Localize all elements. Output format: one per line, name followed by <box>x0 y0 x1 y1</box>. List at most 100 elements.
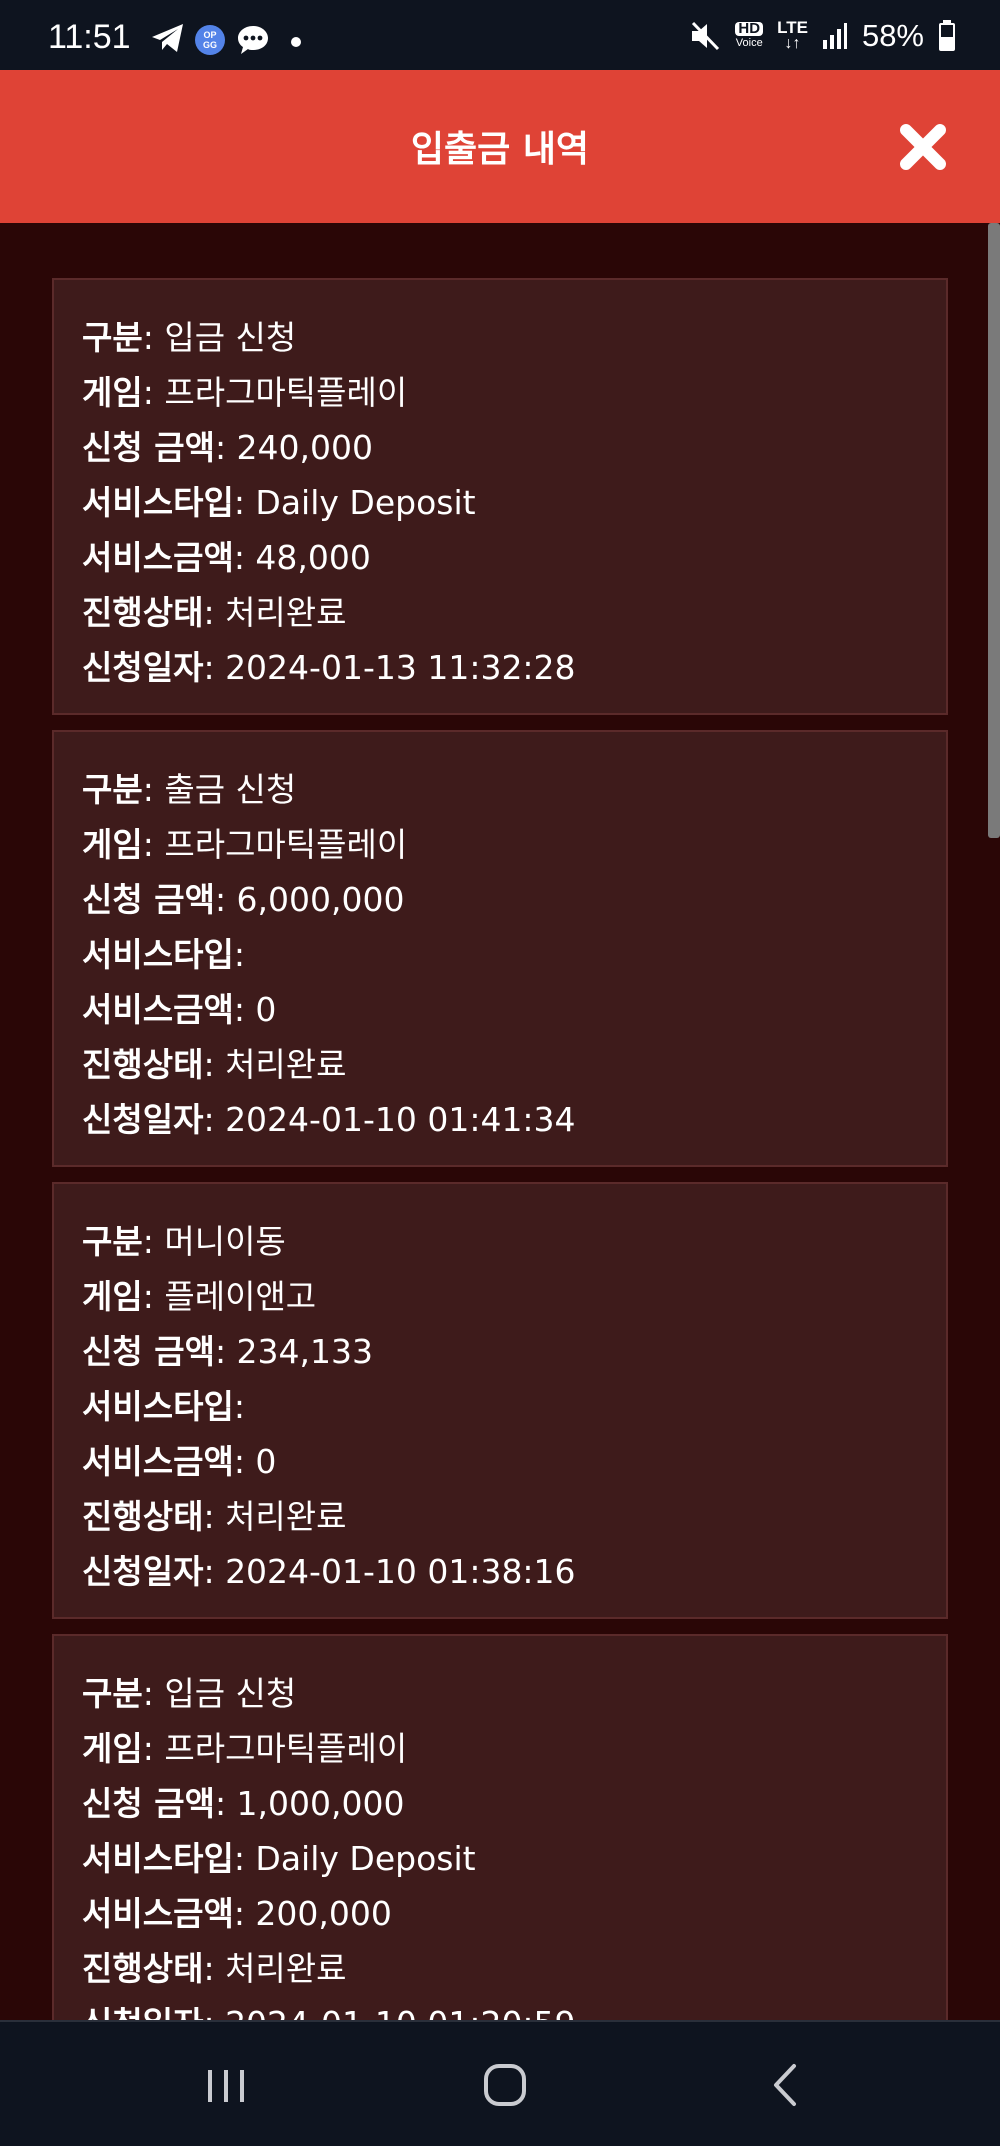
service-type-value: Daily Deposit <box>255 483 476 522</box>
battery-icon <box>939 20 955 51</box>
type-label: 구분 <box>82 318 143 357</box>
mute-icon <box>692 21 720 51</box>
signal-icon <box>822 23 847 49</box>
date-value: 2024-01-10 01:38:16 <box>225 1552 576 1591</box>
status-value: 처리완료 <box>225 1497 347 1536</box>
amount-row: 신청 금액: 6,000,000 <box>82 880 405 919</box>
game-label: 게임 <box>82 373 143 412</box>
transaction-card: 구분: 입금 신청 게임: 프라그마틱플레이 신청 금액: 240,000 서비… <box>52 278 948 715</box>
dot-icon <box>291 37 301 47</box>
status-label: 진행상태 <box>82 1045 204 1084</box>
amount-row: 신청 금액: 240,000 <box>82 428 374 467</box>
game-label: 게임 <box>82 1277 143 1316</box>
amount-label: 신청 금액 <box>82 1784 215 1823</box>
close-icon[interactable] <box>896 120 950 174</box>
hd-voice-icon: HD Voice <box>735 21 764 50</box>
service-amount-row: 서비스금액: 0 <box>82 1442 277 1481</box>
navigation-bar <box>0 2020 1000 2146</box>
amount-row: 신청 금액: 234,133 <box>82 1332 374 1371</box>
date-value: 2024-01-13 11:32:28 <box>225 648 576 687</box>
service-type-label: 서비스타입 <box>82 483 234 522</box>
svg-text:OP: OP <box>203 30 216 40</box>
scrollbar[interactable] <box>988 223 1000 838</box>
chat-bubble-icon <box>238 26 268 54</box>
hd-badge: HD <box>735 21 764 36</box>
status-right: HD Voice LTE ↓↑ 58% <box>689 16 956 56</box>
type-row: 구분: 머니이동 <box>82 1222 286 1261</box>
status-label: 진행상태 <box>82 1949 204 1988</box>
voice-caption: Voice <box>735 37 763 49</box>
amount-value: 6,000,000 <box>236 880 405 919</box>
service-amount-label: 서비스금액 <box>82 990 234 1029</box>
transaction-card: 구분: 머니이동 게임: 플레이앤고 신청 금액: 234,133 서비스타입:… <box>52 1182 948 1619</box>
status-label: 진행상태 <box>82 593 204 632</box>
game-value: 프라그마틱플레이 <box>164 1729 408 1768</box>
service-amount-row: 서비스금액: 0 <box>82 990 277 1029</box>
amount-value: 234,133 <box>236 1332 374 1371</box>
opgg-icon: OP GG <box>195 25 225 55</box>
transaction-card: 구분: 출금 신청 게임: 프라그마틱플레이 신청 금액: 6,000,000 … <box>52 730 948 1167</box>
type-label: 구분 <box>82 770 143 809</box>
amount-value: 240,000 <box>236 428 374 467</box>
game-row: 게임: 플레이앤고 <box>82 1277 317 1316</box>
amount-label: 신청 금액 <box>82 1332 215 1371</box>
type-row: 구분: 입금 신청 <box>82 1674 297 1713</box>
service-amount-label: 서비스금액 <box>82 538 234 577</box>
game-row: 게임: 프라그마틱플레이 <box>82 825 408 864</box>
date-row: 신청일자: 2024-01-13 11:32:28 <box>82 648 576 687</box>
type-value: 머니이동 <box>164 1222 286 1261</box>
game-row: 게임: 프라그마틱플레이 <box>82 373 408 412</box>
type-row: 구분: 출금 신청 <box>82 770 297 809</box>
status-time: 11:51 <box>48 18 131 56</box>
telegram-icon <box>152 24 183 52</box>
service-amount-row: 서비스금액: 200,000 <box>82 1894 392 1933</box>
home-icon[interactable] <box>475 2060 535 2110</box>
status-value: 처리완료 <box>225 593 347 632</box>
service-type-label: 서비스타입 <box>82 1387 234 1426</box>
type-label: 구분 <box>82 1222 143 1261</box>
service-amount-label: 서비스금액 <box>82 1442 234 1481</box>
svg-text:GG: GG <box>203 40 217 50</box>
lte-label: LTE <box>777 18 808 37</box>
service-type-label: 서비스타입 <box>82 1839 234 1878</box>
date-row: 신청일자: 2024-01-10 01:20:59 <box>82 1996 946 2020</box>
service-amount-row: 서비스금액: 48,000 <box>82 538 371 577</box>
back-icon[interactable] <box>756 2060 816 2110</box>
service-amount-label: 서비스금액 <box>82 1894 234 1933</box>
date-row: 신청일자: 2024-01-10 01:41:34 <box>82 1100 576 1139</box>
type-value: 입금 신청 <box>164 318 297 357</box>
transaction-card: 구분: 입금 신청 게임: 프라그마틱플레이 신청 금액: 1,000,000 … <box>52 1634 948 2020</box>
service-amount-value: 0 <box>255 990 277 1029</box>
date-label: 신청일자 <box>82 1552 204 1591</box>
service-type-row: 서비스타입: Daily Deposit <box>82 1839 476 1878</box>
battery-level: 58% <box>861 18 924 53</box>
status-row: 진행상태: 처리완료 <box>82 1045 347 1084</box>
status-bar: 11:51 OP GG HD Voice LTE ↓↑ 58% <box>0 0 1000 70</box>
date-label: 신청일자 <box>82 2004 203 2020</box>
type-row: 구분: 입금 신청 <box>82 318 297 357</box>
page-title: 입출금 내역 <box>410 129 590 170</box>
game-value: 프라그마틱플레이 <box>164 825 408 864</box>
date-label: 신청일자 <box>82 648 204 687</box>
service-amount-value: 0 <box>255 1442 277 1481</box>
date-label: 신청일자 <box>82 1100 204 1139</box>
status-label: 진행상태 <box>82 1497 204 1536</box>
status-value: 처리완료 <box>225 1045 347 1084</box>
data-arrows-icon: ↓↑ <box>784 35 801 52</box>
service-type-value: Daily Deposit <box>255 1839 476 1878</box>
date-row: 신청일자: 2024-01-10 01:38:16 <box>82 1552 576 1591</box>
service-type-row: 서비스타입: Daily Deposit <box>82 483 476 522</box>
status-row: 진행상태: 처리완료 <box>82 593 347 632</box>
recent-apps-icon[interactable] <box>196 2060 256 2110</box>
modal-header: 입출금 내역 <box>0 70 1000 223</box>
date-value: 2024-01-10 01:41:34 <box>225 1100 576 1139</box>
amount-value: 1,000,000 <box>236 1784 405 1823</box>
service-amount-value: 48,000 <box>255 538 371 577</box>
date-value: 2024-01-10 01:20:59 <box>225 2004 575 2020</box>
game-label: 게임 <box>82 825 143 864</box>
amount-label: 신청 금액 <box>82 428 215 467</box>
service-type-label: 서비스타입 <box>82 935 234 974</box>
service-type-row: 서비스타입: <box>82 935 245 974</box>
service-amount-value: 200,000 <box>255 1894 392 1933</box>
game-value: 플레이앤고 <box>164 1277 317 1316</box>
